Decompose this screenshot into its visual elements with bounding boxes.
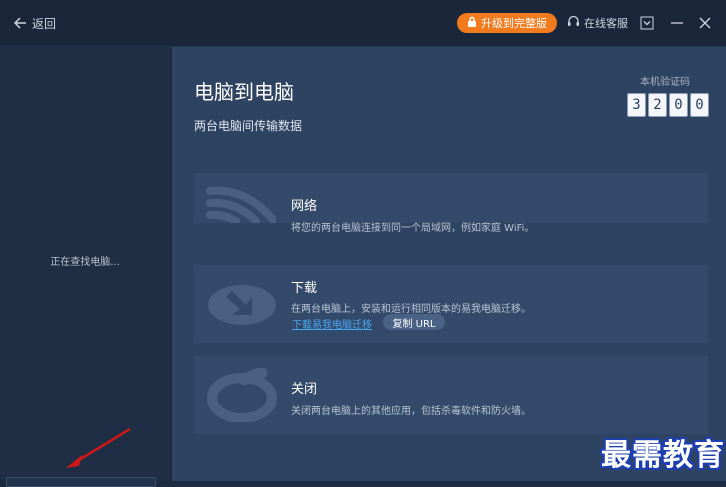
computer-list-item[interactable] [6,477,156,487]
verification-code-label: 本机验证码 [640,77,690,88]
back-button[interactable]: 返回 [14,14,56,32]
watermark-logo: 最需教育 [601,438,725,473]
upgrade-button[interactable]: 升级到完整版 [457,13,557,33]
minimize-button[interactable] [670,15,684,29]
card-title: 下载 [291,281,318,296]
close-apps-step-card: 关闭 关闭两台电脑上的其他应用，包括杀毒软件和防火墙。 [194,356,708,434]
verification-code: 3 2 0 0 [627,93,709,117]
close-icon [699,17,711,29]
back-label: 返回 [32,16,57,31]
card-description: 在两台电脑上，安装和运行相同版本的易我电脑迁移。 [291,304,531,315]
card-description: 将您的两台电脑连接到同一个局域网，例如家庭 WiFi。 [291,223,535,234]
card-title: 网络 [291,199,318,214]
card-description: 关闭两台电脑上的其他应用，包括杀毒软件和防火墙。 [291,406,531,417]
code-digit: 3 [627,93,646,117]
copy-url-button[interactable]: 复制 URL [383,314,445,330]
download-link[interactable]: 下载易我电脑迁移 [292,316,372,331]
searching-status: 正在查找电脑... [50,257,120,268]
support-button[interactable]: 在线客服 [567,15,628,31]
card-title: 关闭 [291,382,318,397]
page-subtitle: 两台电脑间传输数据 [194,119,303,133]
wifi-icon [206,181,278,227]
dropdown-icon [640,16,654,30]
page-title: 电脑到电脑 [194,80,294,104]
network-step-card: 网络 将您的两台电脑连接到同一个局域网，例如家庭 WiFi。 [194,173,708,234]
red-arrow-annotation [66,427,131,468]
arrow-left-icon [14,17,26,29]
left-panel: 正在查找电脑... [0,47,170,481]
close-button[interactable] [698,15,712,29]
download-icon [206,277,278,331]
lock-icon [467,16,477,30]
support-label: 在线客服 [584,17,628,30]
menu-dropdown-button[interactable] [640,15,654,30]
power-icon [206,366,278,426]
code-digit: 0 [669,93,688,117]
headset-icon [567,15,580,31]
title-bar: 返回 升级到完整版 在线客服 [0,0,726,47]
code-digit: 2 [648,93,667,117]
download-step-card: 下载 在两台电脑上，安装和运行相同版本的易我电脑迁移。 [194,265,708,343]
code-digit: 0 [690,93,709,117]
minimize-icon [671,22,683,24]
upgrade-label: 升级到完整版 [481,17,547,30]
